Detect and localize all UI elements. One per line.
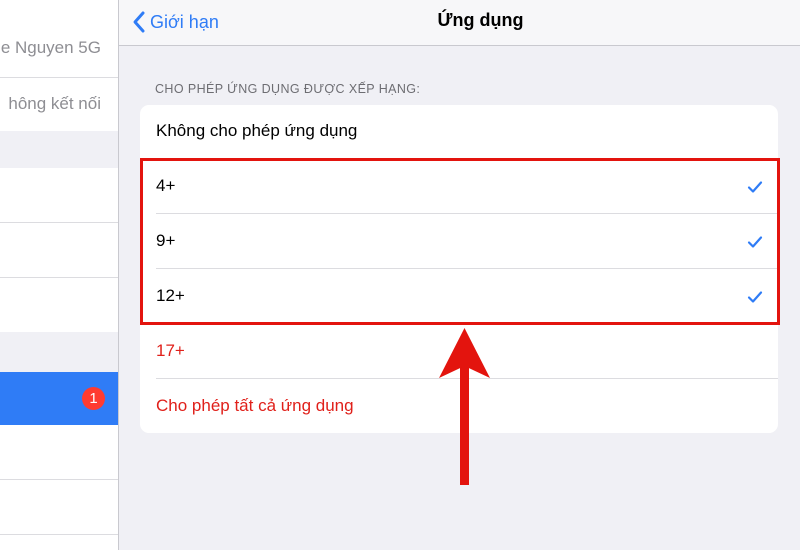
divider	[156, 158, 778, 159]
sidebar-item[interactable]	[0, 535, 118, 550]
option-row-none[interactable]: Không cho phép ứng dụng	[140, 105, 778, 159]
checkmark-icon	[747, 181, 763, 193]
rating-options-list: Không cho phép ứng dụng 4+ 9+ 12+ 17+ Ch…	[140, 105, 778, 433]
sidebar-item[interactable]	[0, 168, 118, 222]
option-label: Cho phép tất cả ứng dụng	[156, 396, 354, 415]
option-label: 12+	[156, 286, 185, 305]
option-row-9plus[interactable]: 9+	[140, 215, 778, 269]
screen: e Nguyen 5G hông kết nối 1 Giới hạn Ứng …	[0, 0, 800, 550]
sidebar-item[interactable]	[0, 278, 118, 332]
sidebar-item-label: hông kết nối	[8, 94, 101, 113]
sidebar: e Nguyen 5G hông kết nối 1	[0, 0, 119, 550]
option-row-12plus[interactable]: 12+	[140, 270, 778, 324]
sidebar-item[interactable]	[0, 425, 118, 479]
divider	[156, 268, 778, 269]
sidebar-item-bluetooth[interactable]: hông kết nối	[0, 78, 118, 131]
option-label: Không cho phép ứng dụng	[156, 121, 358, 140]
sidebar-item[interactable]	[0, 223, 118, 277]
divider	[156, 213, 778, 214]
notification-badge: 1	[82, 387, 105, 410]
sidebar-item-wifi[interactable]: e Nguyen 5G	[0, 0, 118, 77]
sidebar-item-label: e Nguyen 5G	[0, 38, 101, 57]
option-row-4plus[interactable]: 4+	[140, 160, 778, 214]
option-row-17plus[interactable]: 17+	[140, 325, 778, 379]
sidebar-item[interactable]	[0, 480, 118, 534]
option-label: 4+	[156, 176, 176, 195]
checkmark-icon	[747, 236, 763, 248]
divider	[156, 378, 778, 379]
section-header: CHO PHÉP ỨNG DỤNG ĐƯỢC XẾP HẠNG:	[155, 82, 421, 96]
option-row-allow-all[interactable]: Cho phép tất cả ứng dụng	[140, 380, 778, 433]
divider	[156, 323, 778, 324]
navigation-bar: Giới hạn Ứng dụng	[119, 0, 800, 46]
option-label: 17+	[156, 341, 185, 360]
checkmark-icon	[747, 291, 763, 303]
page-title: Ứng dụng	[437, 10, 524, 30]
option-label: 9+	[156, 231, 176, 250]
